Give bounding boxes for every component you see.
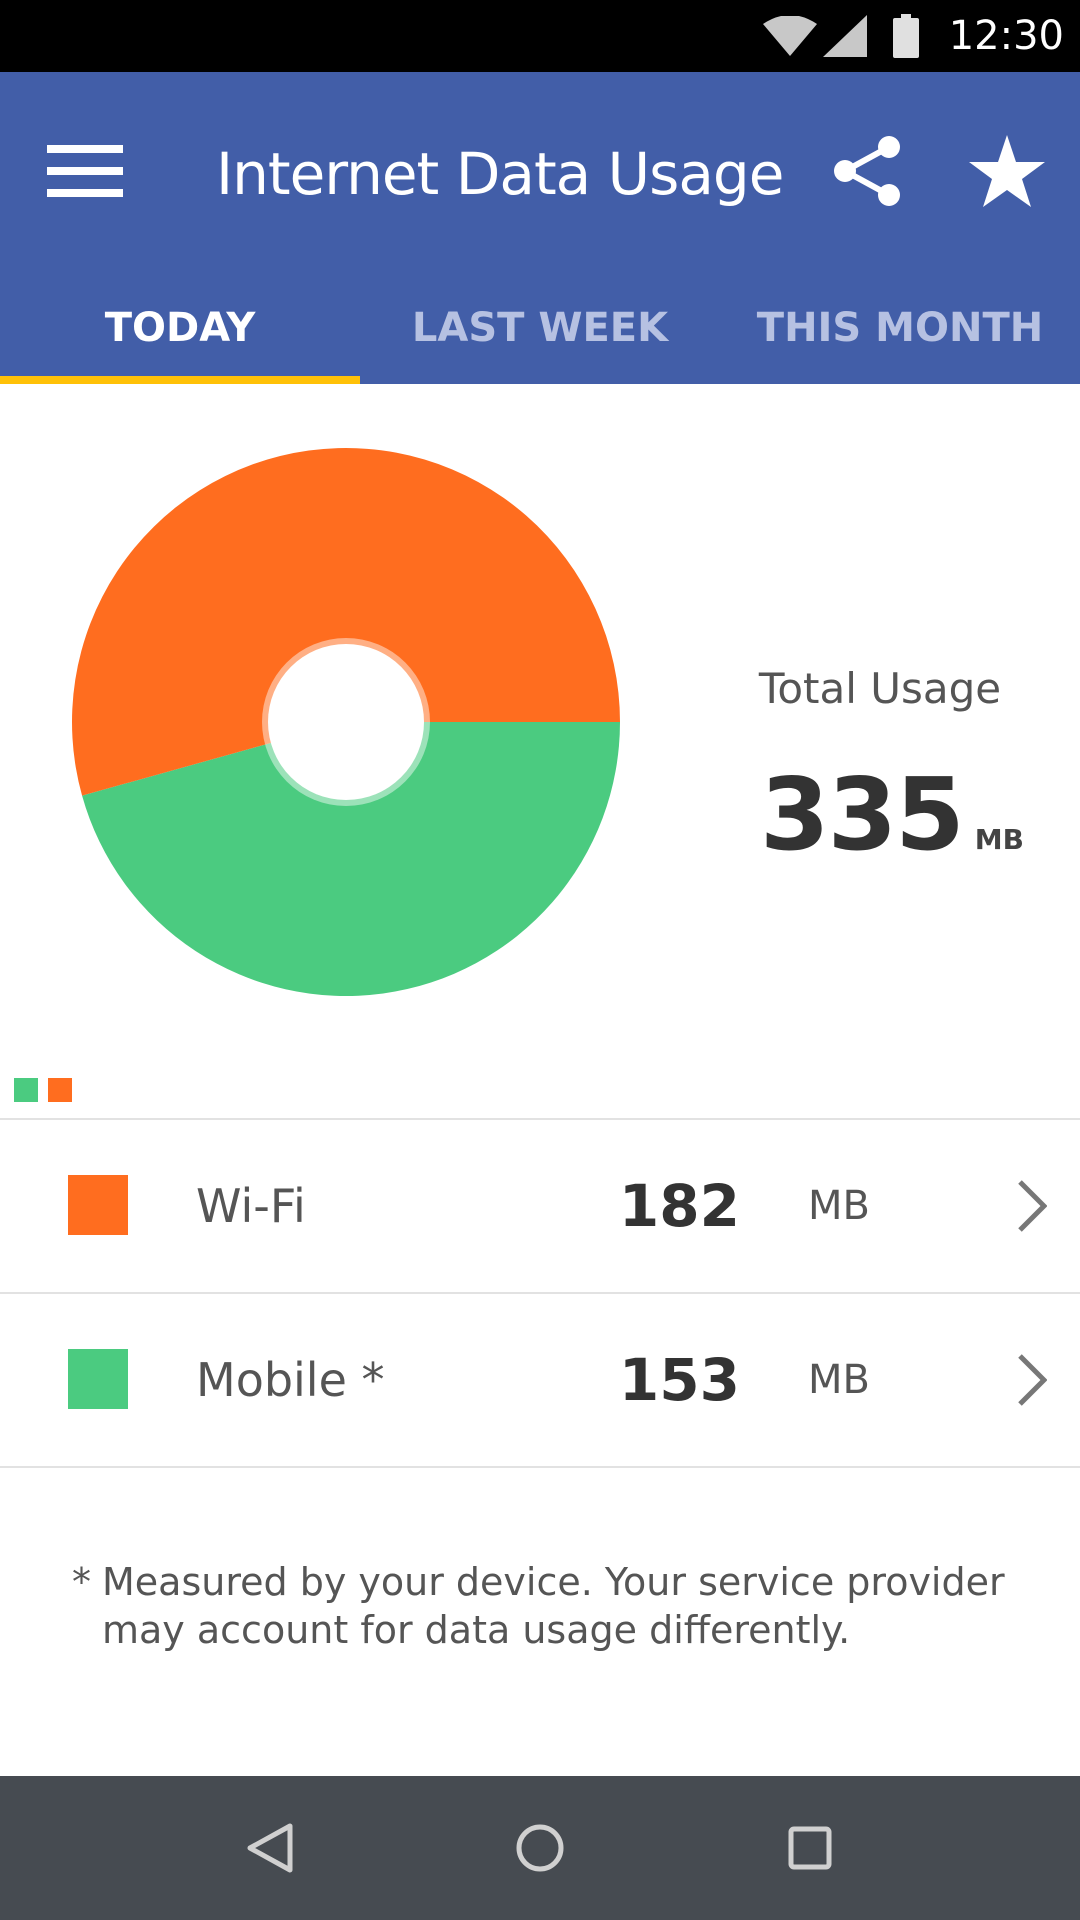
footnote-text: Measured by your device. Your service pr… <box>102 1560 1005 1652</box>
wifi-icon <box>762 16 817 56</box>
status-bar: 12:30 <box>0 0 1080 72</box>
total-usage-label: Total Usage <box>758 664 1002 713</box>
usage-row-value: 182 <box>618 1172 740 1240</box>
wifi-color-swatch <box>68 1175 128 1235</box>
back-button[interactable] <box>220 1798 320 1898</box>
legend-swatch-wifi <box>48 1078 72 1102</box>
footnote-marker: * <box>72 1560 91 1604</box>
page-title: Internet Data Usage <box>216 140 784 208</box>
status-icons: 12:30 <box>762 0 1064 72</box>
usage-row-label: Mobile * <box>196 1353 385 1407</box>
hamburger-menu-icon <box>47 145 123 197</box>
usage-row-unit: MB <box>808 1183 870 1229</box>
menu-button[interactable] <box>30 116 140 226</box>
back-icon <box>247 1823 293 1873</box>
legend-swatch-mobile <box>14 1078 38 1102</box>
footnote: * Measured by your device. Your service … <box>72 1558 1032 1654</box>
app-bar: Internet Data Usage TODAY LAST WEEK THIS… <box>0 72 1080 384</box>
battery-icon <box>892 14 919 58</box>
usage-chart-section: Total Usage 335 MB <box>0 384 1080 1120</box>
home-icon <box>516 1824 564 1872</box>
share-icon <box>834 136 900 206</box>
tab-this-month[interactable]: THIS MONTH <box>720 272 1080 384</box>
usage-row-label: Wi-Fi <box>196 1179 306 1233</box>
total-usage-unit: MB <box>974 823 1024 856</box>
donut-hole <box>268 644 424 800</box>
chevron-right-icon <box>1012 1178 1052 1234</box>
usage-row-mobile[interactable]: Mobile * 153 MB <box>0 1292 1080 1466</box>
list-divider <box>0 1466 1080 1468</box>
tab-bar: TODAY LAST WEEK THIS MONTH <box>0 272 1080 384</box>
signal-icon <box>822 15 867 57</box>
tab-today[interactable]: TODAY <box>0 272 360 384</box>
status-time: 12:30 <box>948 13 1064 59</box>
home-button[interactable] <box>490 1798 590 1898</box>
recents-button[interactable] <box>760 1798 860 1898</box>
share-button[interactable] <box>812 116 922 226</box>
usage-donut-chart <box>71 447 621 996</box>
system-nav-bar <box>0 1776 1080 1920</box>
total-usage-value: 335 MB <box>760 756 1024 873</box>
recents-icon <box>788 1826 832 1870</box>
mini-legend <box>14 1078 72 1102</box>
usage-row-unit: MB <box>808 1357 870 1403</box>
usage-row-wifi[interactable]: Wi-Fi 182 MB <box>0 1118 1080 1292</box>
tab-last-week[interactable]: LAST WEEK <box>360 272 720 384</box>
mobile-color-swatch <box>68 1349 128 1409</box>
usage-row-value: 153 <box>618 1346 740 1414</box>
favorite-button[interactable] <box>952 116 1062 226</box>
star-icon <box>969 135 1045 207</box>
total-usage-number: 335 <box>760 756 965 873</box>
chevron-right-icon <box>1012 1352 1052 1408</box>
